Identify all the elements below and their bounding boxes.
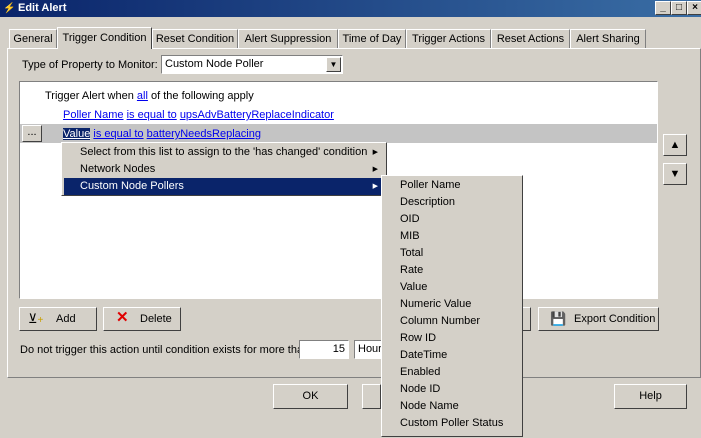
condition-operator-link[interactable]: is equal to	[127, 109, 177, 121]
tab-alert-suppression[interactable]: Alert Suppression	[238, 29, 338, 48]
menu-item-mib[interactable]: MIB	[384, 228, 520, 245]
property-type-select[interactable]: Custom Node Poller ▼	[161, 55, 343, 74]
minimize-button[interactable]: _	[655, 1, 671, 15]
menu-item-poller-name[interactable]: Poller Name	[384, 177, 520, 194]
add-filter-icon: ⊻+	[28, 311, 44, 327]
menu-item-custom-poller-status[interactable]: Custom Poller Status	[384, 415, 520, 432]
menu-item-node-id[interactable]: Node ID	[384, 381, 520, 398]
condition-options-button[interactable]: ...	[22, 125, 42, 142]
submenu-custom-node-pollers[interactable]: Poller Name Description OID MIB Total Ra…	[381, 175, 523, 437]
menu-item-label: Custom Node Pollers	[80, 180, 184, 192]
menu-item-enabled[interactable]: Enabled	[384, 364, 520, 381]
move-down-button[interactable]: ▼	[663, 163, 687, 185]
close-button[interactable]: ×	[687, 1, 701, 15]
delete-x-icon: ✕	[116, 309, 129, 326]
condition-operator-link[interactable]: is equal to	[93, 128, 143, 140]
submenu-arrow-icon: ▶	[372, 166, 378, 173]
menu-item-value[interactable]: Value	[384, 279, 520, 296]
move-up-button[interactable]: ▲	[663, 134, 687, 156]
condition-value-link[interactable]: upsAdvBatteryReplaceIndicator	[180, 109, 334, 121]
context-menu[interactable]: Select from this list to assign to the '…	[61, 142, 387, 196]
menu-item-custom-node-pollers[interactable]: Custom Node Pollers ▶	[64, 178, 384, 195]
title-bar[interactable]: ⚡ Edit Alert _ □ ×	[0, 0, 701, 17]
menu-item-label: Select from this list to assign to the '…	[80, 146, 368, 158]
menu-item-column-number[interactable]: Column Number	[384, 313, 520, 330]
menu-item-oid[interactable]: OID	[384, 211, 520, 228]
arrow-down-icon: ▼	[669, 168, 681, 180]
condition-field-link[interactable]: Value	[63, 128, 91, 140]
menu-item-total[interactable]: Total	[384, 245, 520, 262]
condition-row-value[interactable]: Value is equal to batteryNeedsReplacing	[63, 128, 261, 141]
menu-item-label: Network Nodes	[80, 163, 156, 175]
delay-value-input[interactable]: 15	[299, 340, 349, 359]
dropdown-arrow-icon[interactable]: ▼	[326, 57, 341, 72]
menu-item-row-id[interactable]: Row ID	[384, 330, 520, 347]
menu-item-has-changed[interactable]: Select from this list to assign to the '…	[64, 144, 384, 161]
tab-reset-condition[interactable]: Reset Condition	[152, 29, 238, 48]
delete-condition-button[interactable]: ✕ Delete	[103, 307, 181, 331]
menu-item-network-nodes[interactable]: Network Nodes ▶	[64, 161, 384, 178]
menu-item-node-name[interactable]: Node Name	[384, 398, 520, 415]
tab-time-of-day[interactable]: Time of Day	[338, 29, 406, 48]
help-button[interactable]: Help	[614, 384, 687, 409]
export-condition-button[interactable]: 💾 Export Condition	[538, 307, 659, 331]
tab-alert-sharing[interactable]: Alert Sharing	[570, 29, 646, 48]
submenu-arrow-icon: ▶	[372, 149, 378, 156]
add-condition-button[interactable]: ⊻+ Add	[19, 307, 97, 331]
save-disk-icon: 💾	[550, 311, 567, 326]
tab-reset-actions[interactable]: Reset Actions	[491, 29, 570, 48]
menu-item-numeric-value[interactable]: Numeric Value	[384, 296, 520, 313]
ok-button[interactable]: OK	[273, 384, 348, 409]
condition-header-post: of the following apply	[147, 90, 254, 102]
menu-item-rate[interactable]: Rate	[384, 262, 520, 279]
condition-scope-link[interactable]: all	[137, 90, 148, 102]
menu-item-datetime[interactable]: DateTime	[384, 347, 520, 364]
property-type-label: Type of Property to Monitor:	[22, 59, 158, 71]
maximize-button[interactable]: □	[671, 1, 687, 15]
delay-unit-select[interactable]: Hours	[354, 340, 382, 359]
condition-header-pre: Trigger Alert when	[45, 90, 137, 102]
property-type-value: Custom Node Poller	[165, 58, 264, 70]
submenu-arrow-icon: ▶	[372, 183, 378, 190]
condition-row-poller-name[interactable]: Poller Name is equal to upsAdvBatteryRep…	[63, 109, 334, 122]
delay-label: Do not trigger this action until conditi…	[20, 344, 310, 356]
tab-trigger-actions[interactable]: Trigger Actions	[406, 29, 491, 48]
add-button-label: Add	[56, 313, 76, 325]
alert-icon: ⚡	[3, 3, 16, 14]
condition-value-link[interactable]: batteryNeedsReplacing	[147, 128, 261, 140]
tab-general[interactable]: General	[9, 29, 57, 48]
condition-field-link[interactable]: Poller Name	[63, 109, 124, 121]
menu-item-description[interactable]: Description	[384, 194, 520, 211]
arrow-up-icon: ▲	[669, 139, 681, 151]
export-button-label: Export Condition	[574, 313, 656, 325]
tab-trigger-condition[interactable]: Trigger Condition	[57, 27, 152, 49]
delete-button-label: Delete	[140, 313, 172, 325]
obscured-dialog-button[interactable]	[362, 384, 381, 409]
condition-header: Trigger Alert when all of the following …	[45, 90, 254, 103]
window-title: Edit Alert	[18, 2, 67, 14]
